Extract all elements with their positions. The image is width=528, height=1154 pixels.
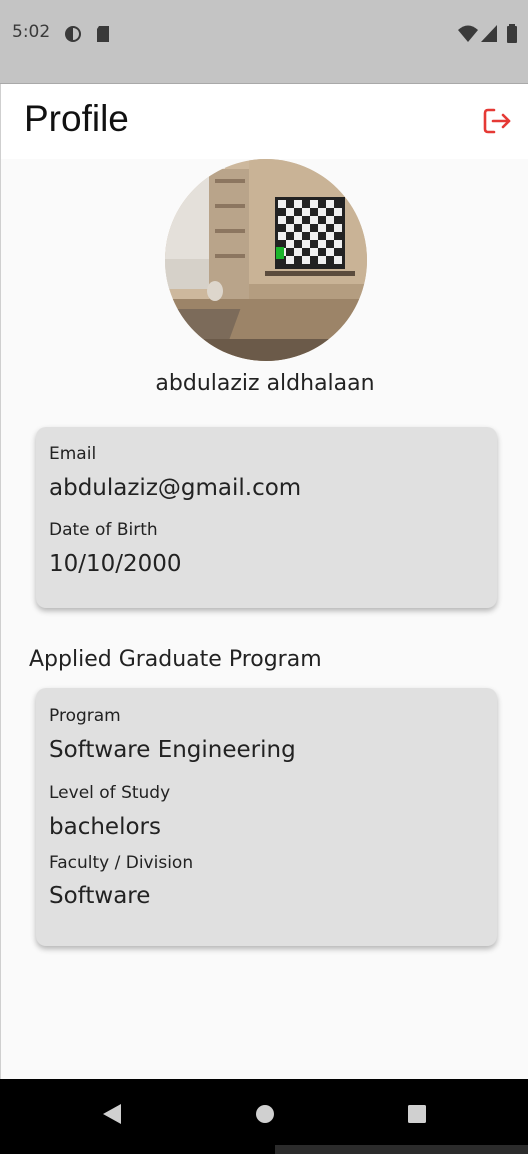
program-value: Software Engineering (49, 737, 296, 763)
profile-content: abdulaziz aldhalaan Email abdulaziz@gmai… (0, 159, 528, 1079)
signal-icon (480, 24, 498, 48)
status-bar: 5:02 (0, 0, 528, 84)
battery-icon (506, 24, 518, 48)
sd-card-icon (95, 24, 111, 48)
recents-button[interactable] (402, 1099, 432, 1129)
home-icon (256, 1105, 274, 1123)
profile-photo (165, 159, 367, 361)
section-title: Applied Graduate Program (29, 647, 322, 672)
status-time: 5:02 (12, 22, 51, 42)
program-label: Program (49, 706, 121, 726)
system-nav-bar (0, 1079, 528, 1154)
logout-icon (483, 108, 511, 134)
faculty-label: Faculty / Division (49, 853, 194, 873)
back-button[interactable] (97, 1099, 127, 1129)
profile-avatar (165, 159, 367, 361)
email-label: Email (49, 444, 97, 464)
personal-info-card: Email abdulaziz@gmail.com Date of Birth … (36, 427, 497, 608)
user-name: abdulaziz aldhalaan (155, 371, 375, 396)
home-button[interactable] (250, 1099, 280, 1129)
program-card: Program Software Engineering Level of St… (36, 688, 497, 946)
recents-icon (408, 1105, 426, 1123)
page-title: Profile (24, 98, 129, 139)
email-value: abdulaziz@gmail.com (49, 475, 302, 501)
vpn-icon (63, 24, 83, 48)
home-indicator (275, 1145, 528, 1154)
logout-button[interactable] (482, 106, 512, 136)
dob-value: 10/10/2000 (49, 551, 182, 577)
wifi-icon (457, 24, 479, 48)
faculty-value: Software (49, 883, 151, 909)
app-bar: Profile (0, 84, 528, 159)
back-icon (103, 1104, 121, 1124)
level-label: Level of Study (49, 783, 171, 803)
dob-label: Date of Birth (49, 520, 158, 540)
level-value: bachelors (49, 814, 161, 840)
